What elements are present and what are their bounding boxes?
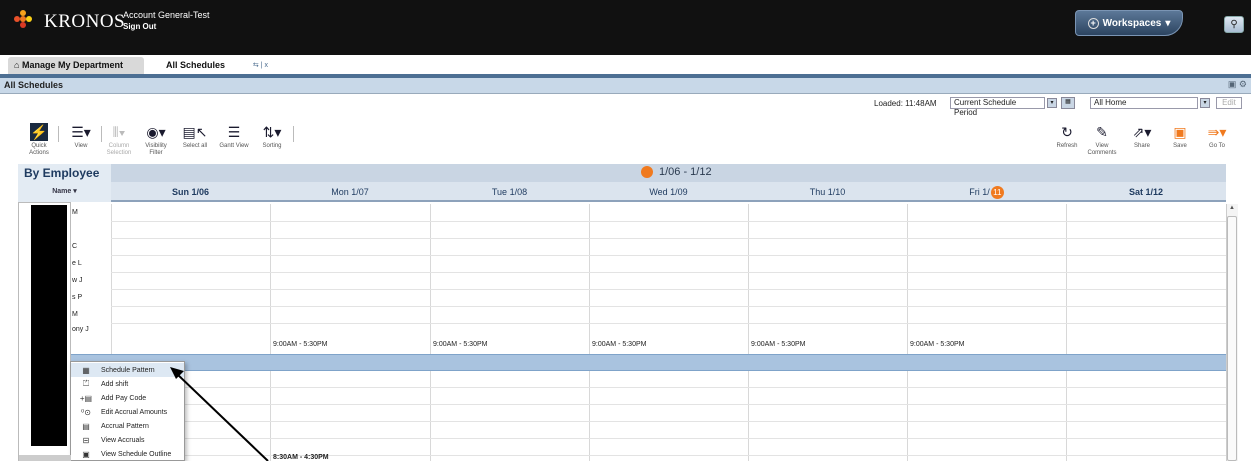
annotation-arrow [170,367,269,461]
